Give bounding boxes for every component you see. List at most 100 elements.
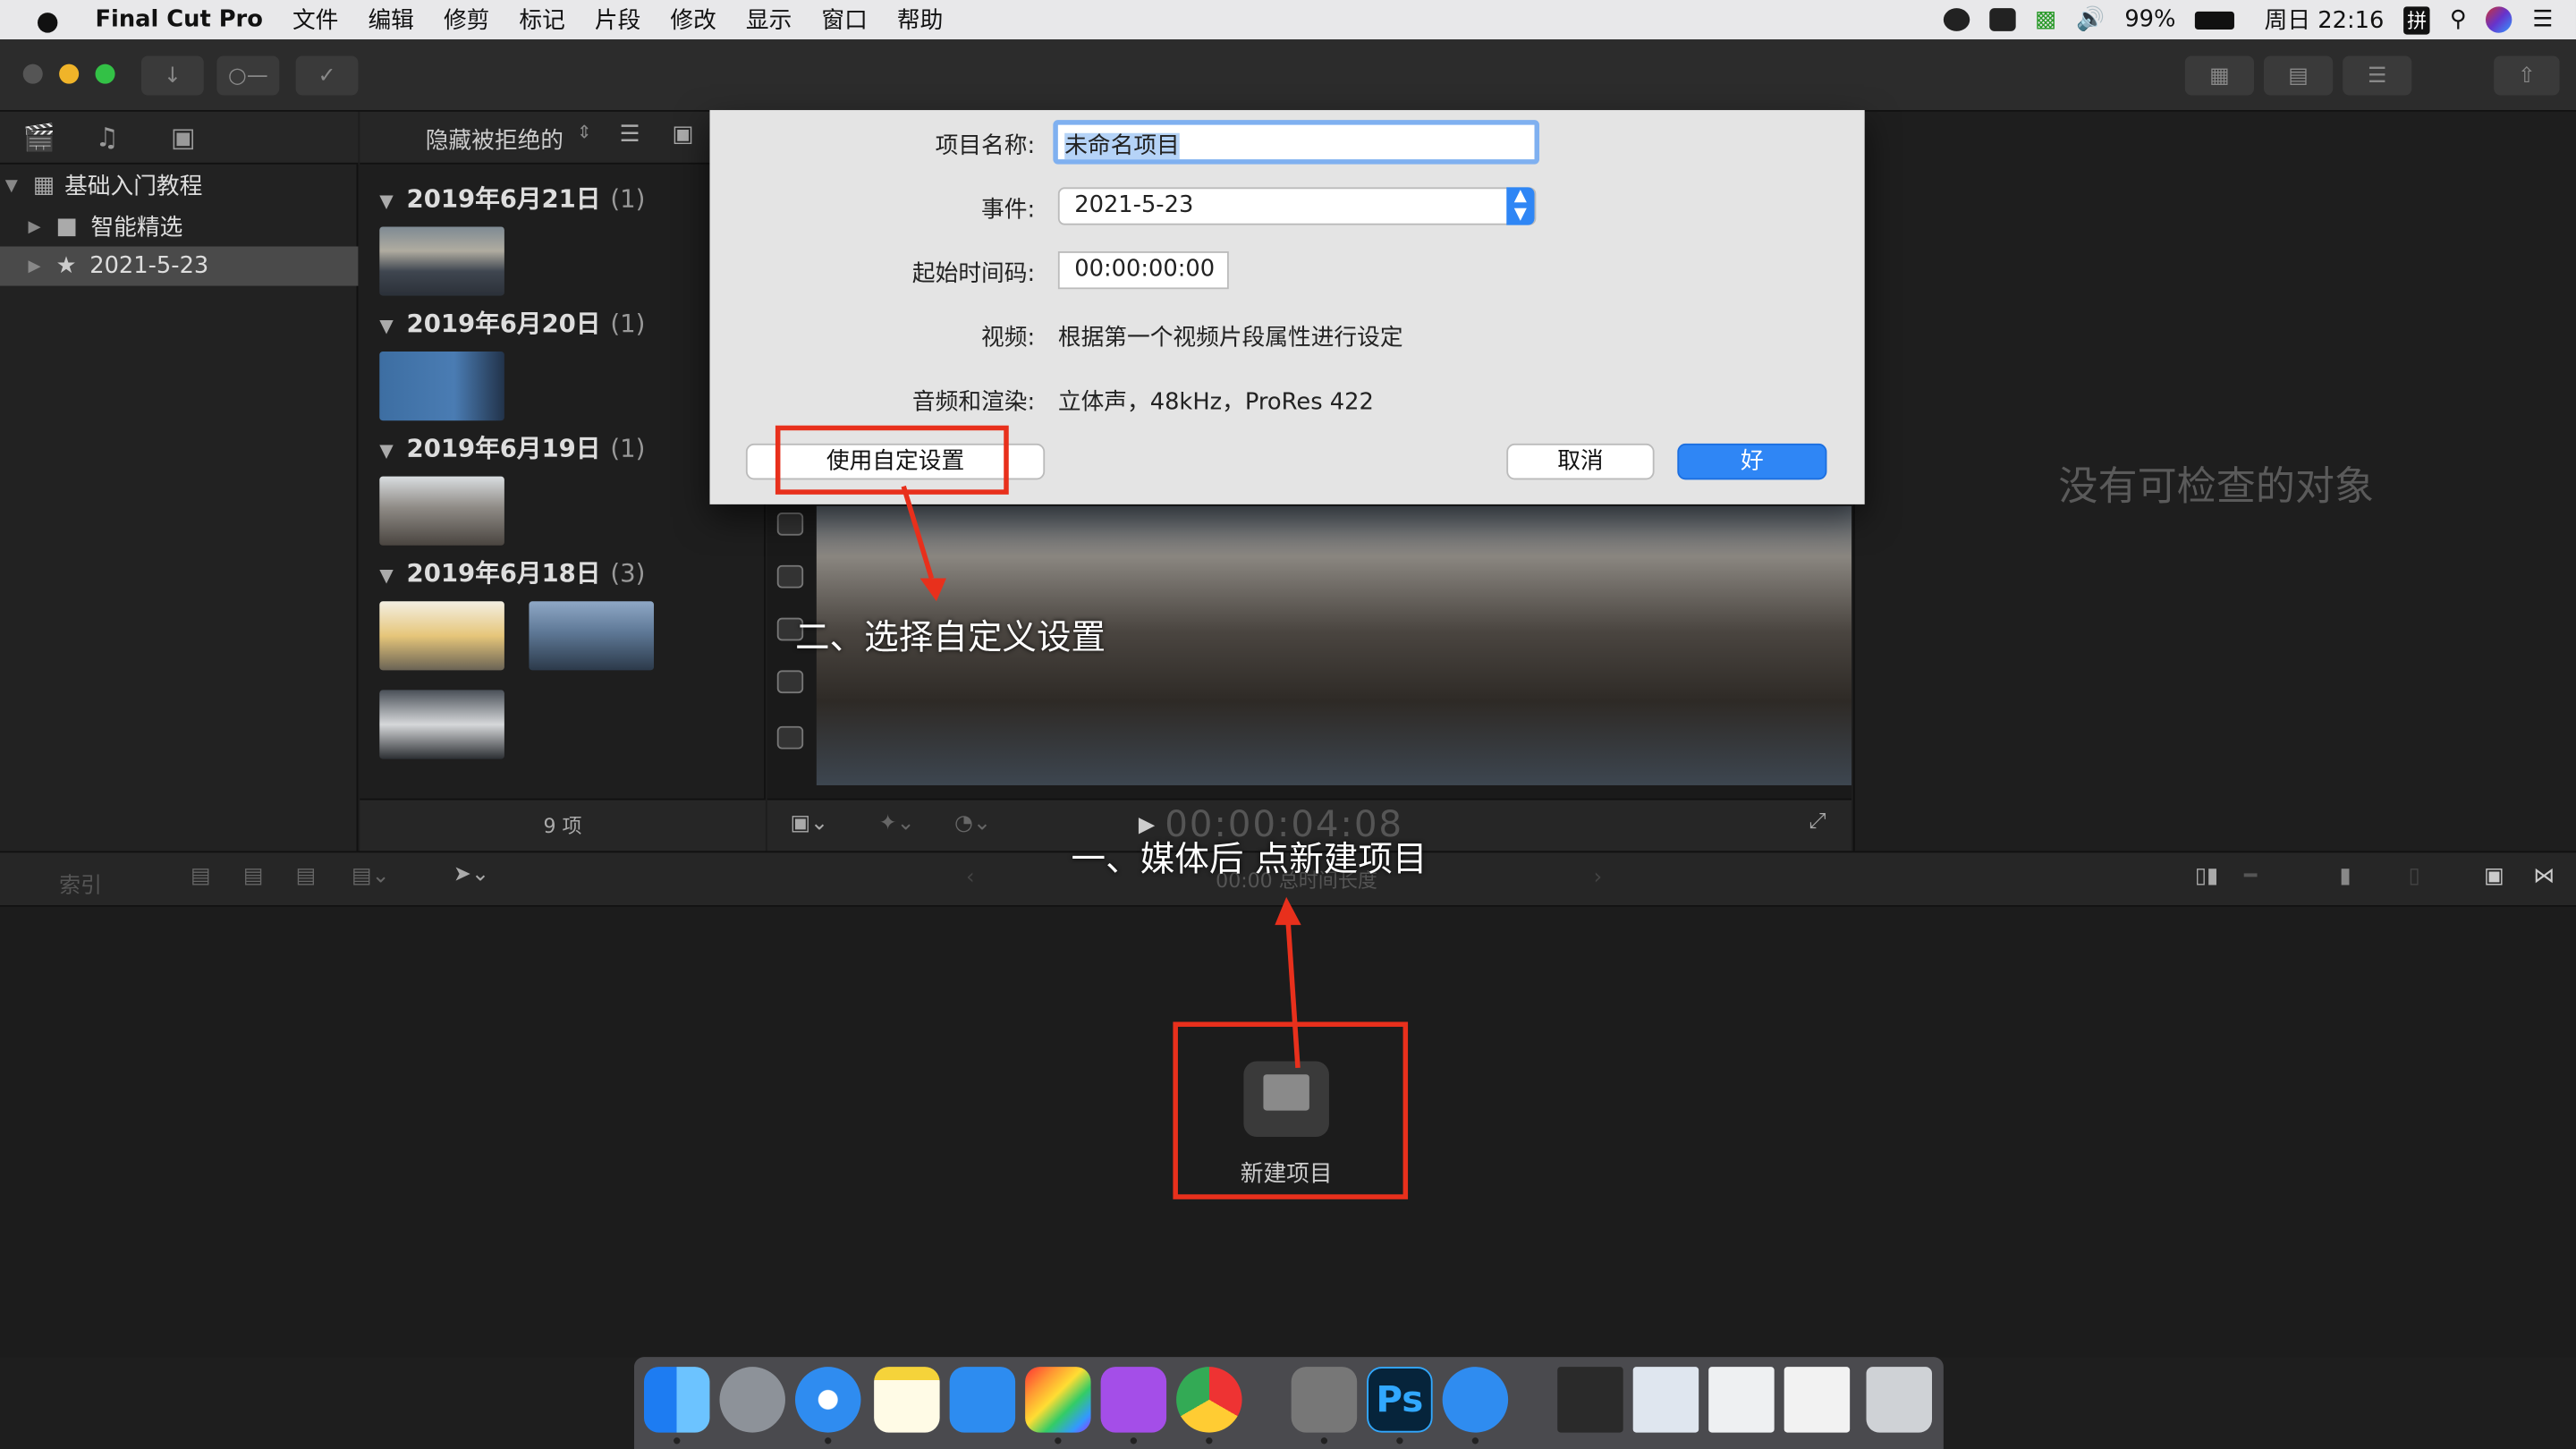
wifi-signal-icon[interactable]: ▩ — [2035, 6, 2056, 32]
clip-thumbnail[interactable] — [379, 226, 504, 296]
spotlight-search-icon[interactable]: ⚲ — [2450, 6, 2467, 32]
titles-generators-icon[interactable]: ▣ — [171, 122, 196, 153]
library-item-event[interactable]: ▶ ★ 2021-5-23 — [0, 246, 359, 286]
cancel-button[interactable]: 取消 — [1506, 443, 1655, 480]
date-group-header[interactable]: ▼ 2019年6月21日 (1) — [379, 181, 645, 216]
clip-thumbnail[interactable] — [379, 601, 504, 671]
clip-thumbnail[interactable] — [379, 476, 504, 546]
transform-tool-icon[interactable]: ✦⌄ — [879, 811, 915, 836]
clip-thumbnail[interactable] — [379, 352, 504, 421]
app-menu[interactable]: Final Cut Pro — [95, 6, 262, 32]
timeline-forward-icon[interactable]: › — [1594, 866, 1603, 891]
notification-center-icon[interactable]: ☰ — [2532, 6, 2553, 32]
video-audio-skimming-icon[interactable]: ▯▮ — [2195, 864, 2218, 889]
solo-icon[interactable]: ▮ — [2340, 864, 2351, 889]
downie-icon[interactable] — [1100, 1367, 1167, 1433]
photoshop-icon[interactable]: Ps — [1367, 1367, 1433, 1433]
viewer-overlay-checkbox[interactable] — [776, 513, 804, 536]
close-window-button[interactable] — [22, 64, 43, 84]
list-view-icon[interactable]: ☰ — [619, 122, 640, 148]
final-cut-pro-icon[interactable] — [1025, 1367, 1091, 1433]
snapping-icon[interactable]: ▯ — [2409, 864, 2420, 889]
menu-view[interactable]: 显示 — [746, 4, 792, 37]
background-tasks-button[interactable]: ✓ — [295, 55, 359, 96]
menu-mark[interactable]: 标记 — [519, 4, 564, 37]
share-button[interactable]: ⇧ — [2494, 55, 2560, 96]
minimized-window-thumbnail[interactable] — [1632, 1367, 1699, 1433]
viewer-overlay-checkbox[interactable] — [776, 564, 804, 589]
disclosure-triangle-icon[interactable]: ▼ — [379, 316, 394, 337]
menu-clip[interactable]: 片段 — [595, 4, 640, 37]
start-timecode-field[interactable]: 00:00:00:00 — [1057, 251, 1229, 290]
disclosure-triangle-icon[interactable]: ▼ — [0, 176, 23, 194]
clip-thumbnail[interactable] — [529, 601, 655, 671]
disclosure-triangle-icon[interactable]: ▶ — [23, 217, 47, 235]
filter-popup[interactable]: 隐藏被拒绝的 — [426, 123, 564, 157]
disclosure-triangle-icon[interactable]: ▶ — [23, 257, 47, 275]
zoom-window-button[interactable] — [95, 64, 115, 84]
menu-help[interactable]: 帮助 — [897, 4, 943, 37]
minimized-window-thumbnail[interactable] — [1557, 1367, 1623, 1433]
apple-menu-icon[interactable]: ● — [36, 4, 59, 36]
system-tools-icon[interactable] — [1291, 1367, 1358, 1433]
insert-clip-icon[interactable]: ▤ — [243, 864, 264, 889]
library-item-smart-collections[interactable]: ▶ ■ 智能精选 — [0, 207, 358, 246]
audio-skimming-icon[interactable]: ━ — [2244, 864, 2257, 889]
input-method-icon[interactable]: 拼 — [2403, 5, 2430, 34]
disclosure-triangle-icon[interactable]: ▼ — [379, 440, 394, 462]
disclosure-triangle-icon[interactable]: ▼ — [379, 191, 394, 212]
photos-audio-icon[interactable]: ♫ — [96, 122, 119, 153]
minimize-window-button[interactable] — [59, 64, 80, 84]
status-app-icon[interactable] — [1943, 8, 1970, 31]
menu-modify[interactable]: 修改 — [670, 4, 716, 37]
clock[interactable]: 周日 22:16 — [2265, 4, 2385, 37]
fullscreen-icon[interactable]: ⤢ — [1809, 810, 1826, 835]
select-tool-icon[interactable]: ➤⌄ — [453, 862, 489, 887]
view-options-icon[interactable]: ▣⌄ — [790, 811, 828, 836]
libraries-icon[interactable]: 🎬 — [23, 122, 56, 153]
chrome-icon[interactable] — [1176, 1367, 1242, 1433]
filmstrip-view-icon[interactable]: ▣ — [672, 122, 693, 148]
clip-appearance-icon[interactable]: ▣ — [2484, 864, 2504, 889]
browser-layout-button[interactable]: ▦ — [2184, 55, 2254, 96]
clip-thumbnail[interactable] — [379, 690, 504, 759]
menu-file[interactable]: 文件 — [292, 4, 338, 37]
viewer-overlay-checkbox[interactable] — [776, 670, 804, 694]
timeline-back-icon[interactable]: ‹ — [966, 866, 975, 891]
minimized-window-thumbnail[interactable] — [1708, 1367, 1775, 1433]
overwrite-clip-icon[interactable]: ▤⌄ — [352, 864, 390, 889]
date-group-header[interactable]: ▼ 2019年6月20日 (1) — [379, 306, 645, 341]
menu-edit[interactable]: 编辑 — [368, 4, 413, 37]
date-group-header[interactable]: ▼ 2019年6月19日 (1) — [379, 430, 645, 465]
import-button[interactable]: ↓ — [140, 55, 204, 96]
minimized-window-thumbnail[interactable] — [1784, 1367, 1851, 1433]
viewer-overlay-checkbox[interactable] — [776, 725, 804, 750]
project-name-field[interactable]: 未命名项目 — [1053, 120, 1540, 165]
status-app2-icon[interactable] — [1988, 8, 2015, 31]
effects-browser-icon[interactable]: ⋈ — [2533, 864, 2555, 889]
launchpad-icon[interactable] — [719, 1367, 785, 1433]
volume-icon[interactable]: 🔊 — [2076, 6, 2105, 32]
trash-icon[interactable] — [1866, 1367, 1932, 1433]
dingtalk-icon[interactable] — [1442, 1367, 1509, 1433]
notes-icon[interactable] — [874, 1367, 940, 1433]
menu-trim[interactable]: 修剪 — [444, 4, 489, 37]
append-clip-icon[interactable]: ▤ — [296, 864, 317, 889]
event-select[interactable]: 2021-5-23 ▲ ▼ — [1057, 187, 1537, 225]
timeline-index-button[interactable]: 索引 — [59, 868, 102, 899]
disclosure-triangle-icon[interactable]: ▼ — [379, 565, 394, 587]
ok-button[interactable]: 好 — [1677, 443, 1827, 480]
date-group-header[interactable]: ▼ 2019年6月18日 (3) — [379, 555, 645, 590]
library-item-basics[interactable]: ▼ ▦ 基础入门教程 — [0, 166, 358, 206]
mail-app-icon[interactable] — [949, 1367, 1016, 1433]
siri-icon[interactable] — [2486, 6, 2513, 33]
safari-icon[interactable] — [794, 1367, 861, 1433]
battery-icon[interactable] — [2195, 10, 2235, 30]
speed-icon[interactable]: ◔⌄ — [954, 811, 991, 836]
finder-icon[interactable] — [643, 1367, 710, 1433]
inspector-layout-button[interactable]: ☰ — [2343, 55, 2412, 96]
connect-clip-icon[interactable]: ▤ — [191, 864, 211, 889]
menu-window[interactable]: 窗口 — [821, 4, 867, 37]
keyword-button[interactable]: ○— — [216, 55, 280, 96]
timeline-layout-button[interactable]: ▤ — [2264, 55, 2334, 96]
